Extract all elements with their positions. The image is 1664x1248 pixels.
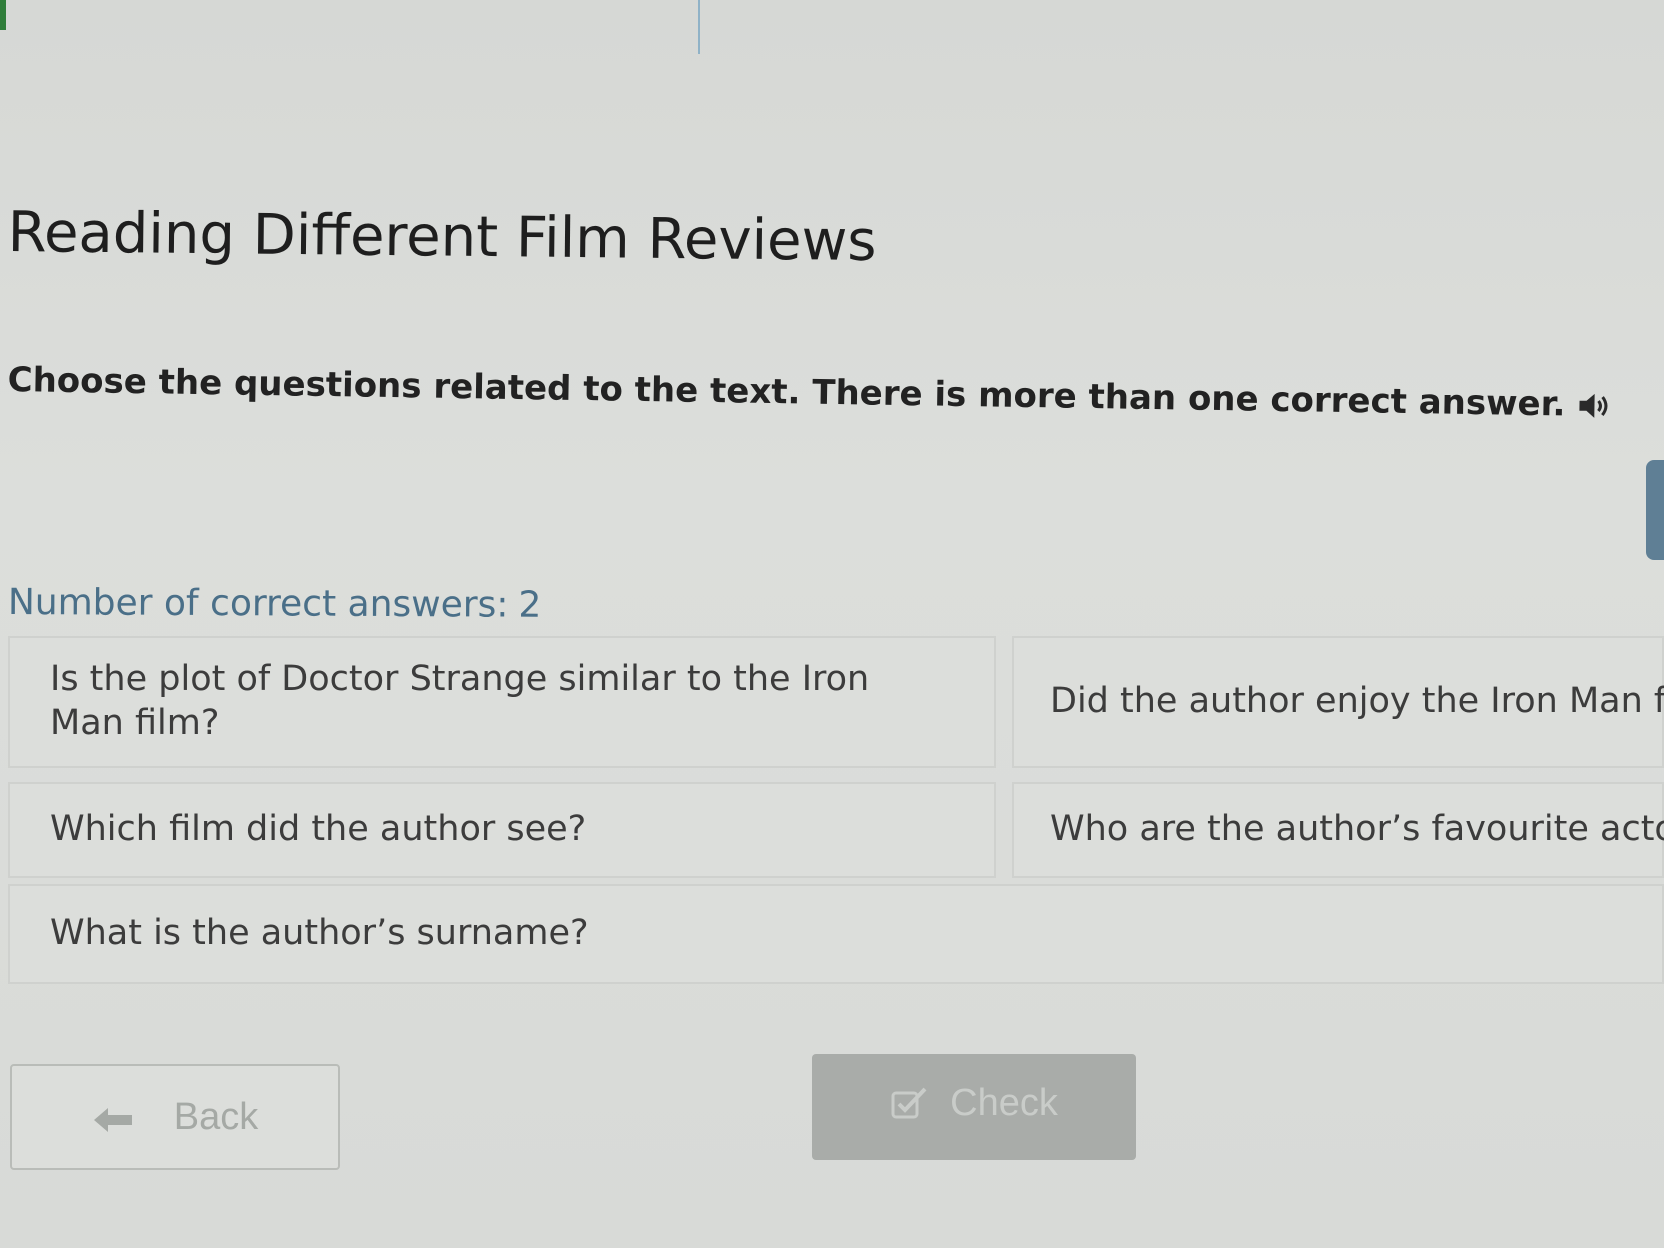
option-text: Did the author enjoy the Iron Man film? — [1050, 681, 1664, 722]
instruction-text: Choose the questions related to the text… — [7, 360, 1566, 425]
option-text: Who are the author’s favourite actors? — [1050, 809, 1664, 850]
answer-option[interactable]: Which film did the author see? — [8, 782, 996, 878]
page-title: Reading Different Film Reviews — [7, 200, 877, 275]
option-text: Is the plot of Doctor Strange similar to… — [50, 659, 870, 743]
back-button[interactable]: Back — [10, 1064, 340, 1170]
task-instruction: Choose the questions related to the text… — [7, 360, 1611, 425]
count-label: Number of correct answers: — [7, 582, 509, 626]
side-tab[interactable] — [1646, 460, 1664, 560]
answer-option[interactable]: Did the author enjoy the Iron Man film? — [1012, 636, 1664, 768]
top-divider — [698, 0, 700, 54]
answer-option[interactable]: Who are the author’s favourite actors? — [1012, 782, 1664, 878]
arrow-left-icon — [92, 1102, 134, 1132]
check-button-label: Check — [950, 1081, 1058, 1124]
top-accent-bar — [0, 0, 6, 30]
answer-option[interactable]: What is the author’s surname? — [8, 884, 1664, 984]
count-value: 2 — [518, 584, 542, 626]
back-button-label: Back — [173, 1095, 259, 1138]
speaker-icon[interactable] — [1577, 390, 1611, 421]
page: Reading Different Film Reviews Choose th… — [0, 0, 1664, 1248]
option-text: What is the author’s surname? — [50, 913, 589, 954]
checkbox-icon — [890, 1086, 928, 1120]
correct-answers-count: Number of correct answers: 2 — [8, 582, 542, 626]
check-button[interactable]: Check — [812, 1054, 1136, 1160]
option-text: Which film did the author see? — [50, 809, 587, 850]
answer-option[interactable]: Is the plot of Doctor Strange similar to… — [8, 636, 996, 768]
